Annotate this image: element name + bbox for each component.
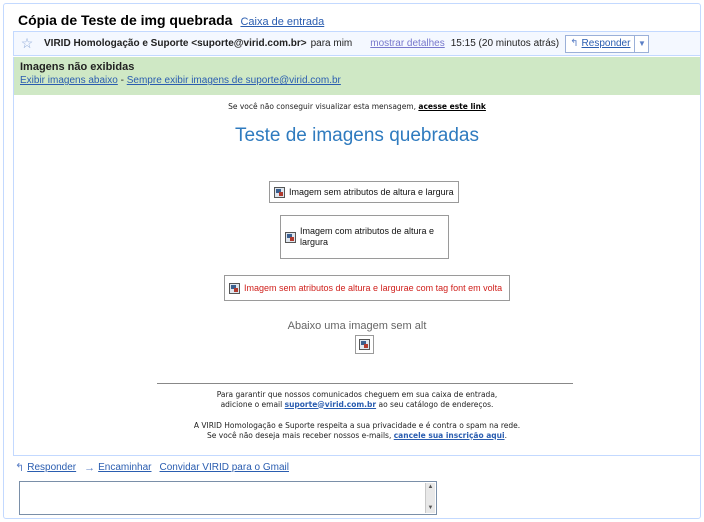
broken-image-3: Imagem sem atributos de altura e largura… [224, 275, 510, 301]
sender: VIRID Homologação e Suporte <suporte@vir… [44, 38, 307, 49]
message-actions: ↰ Responder → Encaminhar Convidar VIRID … [13, 455, 701, 479]
forward-action[interactable]: → Encaminhar [84, 462, 151, 474]
support-email-link[interactable]: suporte@virid.com.br [285, 400, 376, 409]
broken-image-icon [285, 231, 296, 243]
message-header: ☆ VIRID Homologação e Suporte <suporte@v… [13, 31, 701, 56]
reply-button-label: Responder [581, 38, 631, 49]
recipient: para mim [310, 38, 353, 49]
unsubscribe-link[interactable]: cancele sua inscrição aqui [394, 431, 505, 440]
broken-image-4 [355, 335, 374, 354]
show-details-link[interactable]: mostrar detalhes [370, 38, 444, 49]
reply-arrow-icon: ↰ [15, 462, 25, 474]
broken-image-1: Imagem sem atributos de altura e largura [269, 181, 459, 203]
title-row: Cópia de Teste de img quebrada Caixa de … [18, 12, 324, 28]
footer-line: Se você não deseja mais receber nossos e… [14, 431, 700, 441]
view-online-text: Se você não conseguir visualizar esta me… [228, 102, 419, 111]
footer-safelist: Para garantir que nossos comunicados che… [14, 390, 700, 409]
footer-privacy: A VIRID Homologação e Suporte respeita a… [14, 421, 700, 440]
reply-scrollbar[interactable]: ▲ ▼ [425, 483, 435, 513]
reply-action-label: Responder [27, 462, 77, 473]
footer-text: adicione o email [220, 399, 285, 409]
email-body: Se você não conseguir visualizar esta me… [13, 95, 701, 455]
email-subject: Cópia de Teste de img quebrada [18, 12, 233, 28]
view-online-notice: Se você não conseguir visualizar esta me… [14, 102, 700, 111]
email-window: Cópia de Teste de img quebrada Caixa de … [3, 3, 701, 519]
footer-text: ao seu catálogo de endereços. [376, 399, 494, 409]
footer-line: Para garantir que nossos comunicados che… [216, 390, 498, 399]
reply-action[interactable]: ↰ Responder [15, 461, 76, 474]
reply-arrow-icon: ↰ [570, 38, 579, 49]
view-online-link[interactable]: acesse este link [418, 102, 486, 111]
image-alt-text: Imagem sem atributos de altura e largura [289, 187, 454, 197]
star-icon[interactable]: ☆ [18, 35, 36, 52]
link-separator: - [120, 75, 124, 86]
footer-text: . [504, 430, 507, 440]
broken-image-2: Imagem com atributos de altura e largura [280, 215, 449, 259]
always-show-images-link[interactable]: Sempre exibir imagens de suporte@virid.c… [127, 75, 341, 86]
chevron-down-icon: ▼ [637, 39, 646, 48]
forward-arrow-icon: → [84, 461, 96, 474]
images-hidden-title: Imagens não exibidas [20, 61, 135, 73]
footer-line: A VIRID Homologação e Suporte respeita a… [193, 421, 521, 430]
more-actions-dropdown[interactable]: ▼ [635, 34, 650, 53]
inbox-label-link[interactable]: Caixa de entrada [240, 16, 324, 28]
images-hidden-links: Exibir imagens abaixo - Sempre exibir im… [20, 75, 694, 86]
scroll-up-icon[interactable]: ▲ [426, 483, 435, 492]
footer-text: Se você não deseja mais receber nossos e… [207, 430, 394, 440]
image-alt-text: Imagem sem atributos de altura e largura… [244, 283, 503, 293]
footer-divider [157, 383, 573, 384]
timestamp: 15:15 (20 minutos atrás) [450, 38, 560, 49]
show-images-link[interactable]: Exibir imagens abaixo [20, 75, 118, 86]
images-hidden-banner: Imagens não exibidas Exibir imagens abai… [13, 57, 701, 95]
email-heading: Teste de imagens quebradas [235, 125, 479, 146]
invite-action-label: Convidar VIRID para o Gmail [159, 462, 290, 473]
reply-button[interactable]: ↰ Responder [565, 34, 636, 53]
quick-reply-textarea[interactable]: ▲ ▼ [19, 481, 437, 515]
broken-image-icon [359, 339, 370, 350]
scroll-down-icon[interactable]: ▼ [426, 504, 435, 513]
forward-action-label: Encaminhar [98, 462, 152, 473]
broken-image-icon [229, 282, 240, 294]
broken-image-icon [274, 186, 285, 198]
no-alt-caption: Abaixo uma imagem sem alt [287, 320, 427, 332]
image-alt-text: Imagem com atributos de altura e largura [300, 226, 435, 247]
invite-action[interactable]: Convidar VIRID para o Gmail [160, 462, 290, 473]
footer-line: adicione o email suporte@virid.com.br ao… [14, 400, 700, 410]
